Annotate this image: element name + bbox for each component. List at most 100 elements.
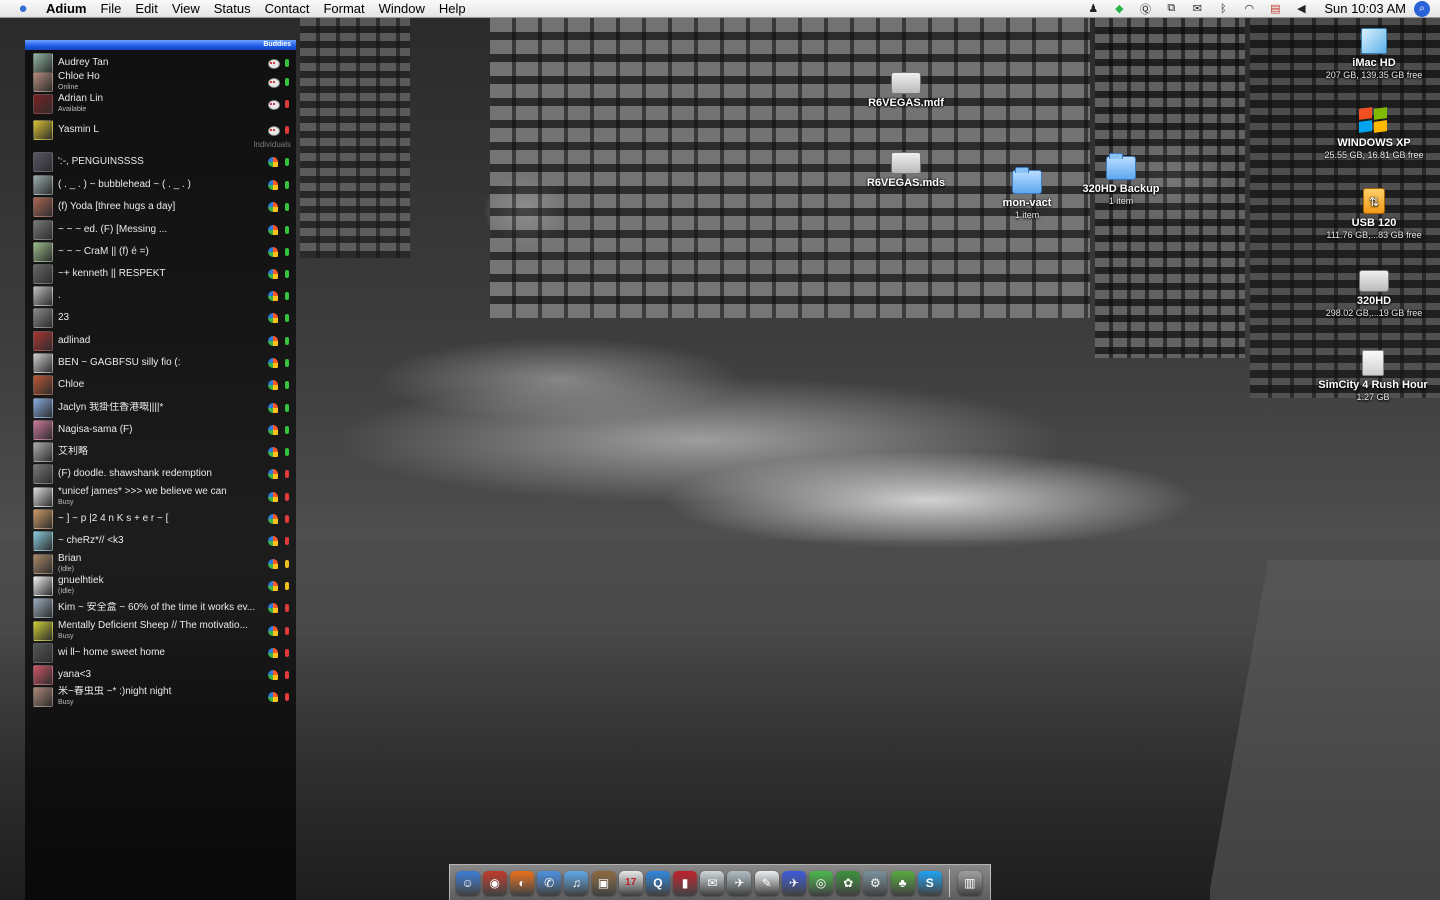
adium-status-icon[interactable]: ♟ bbox=[1085, 2, 1101, 16]
contact-row[interactable]: *unicef james* >>> we believe we can Busy bbox=[33, 486, 291, 507]
buddy-list-group-header[interactable]: Buddies bbox=[25, 40, 296, 50]
iphoto-icon[interactable]: ▣ bbox=[591, 870, 616, 895]
bluetooth-icon[interactable]: ᛒ bbox=[1215, 2, 1231, 16]
contact-info: yana<3 bbox=[58, 669, 258, 681]
firefox-icon[interactable]: ◐ bbox=[509, 870, 534, 895]
contact-row[interactable]: Nagisa-sama (F) bbox=[33, 420, 291, 440]
contact-row[interactable]: 23 bbox=[33, 308, 291, 328]
status-indicator-icon bbox=[285, 492, 289, 501]
itunes-icon[interactable]: ♫ bbox=[564, 870, 589, 895]
contact-row[interactable]: ~ cheRz*// <k3 bbox=[33, 531, 291, 551]
limewire-icon[interactable]: ◎ bbox=[809, 870, 834, 895]
spotlight-icon[interactable]: ⌕ bbox=[1414, 0, 1430, 17]
photobooth-icon[interactable]: ▮ bbox=[673, 870, 698, 895]
desktop-icon[interactable]: SimCity 4 Rush Hour 1.27 GB bbox=[1310, 350, 1436, 403]
contact-info: Adrian Lin Available bbox=[58, 93, 258, 114]
desktop-icon-info: 1.27 GB bbox=[1356, 392, 1390, 402]
volume-icon[interactable]: ◀ bbox=[1293, 2, 1309, 16]
contact-row[interactable]: Yasmin L bbox=[33, 120, 291, 140]
quicktime-icon[interactable]: Q bbox=[645, 870, 670, 895]
finder-icon[interactable]: ☺ bbox=[455, 870, 480, 895]
contact-row[interactable]: (f) Yoda [three hugs a day] bbox=[33, 197, 291, 217]
contact-row[interactable]: Audrey Tan bbox=[33, 53, 291, 73]
ichat-icon[interactable]: ✆ bbox=[537, 870, 562, 895]
menu-clock[interactable]: Sun 10:03 AM bbox=[1314, 1, 1414, 16]
xcode-icon[interactable]: ✈ bbox=[781, 870, 806, 895]
msn-messenger-icon[interactable]: ✿ bbox=[836, 870, 861, 895]
desktop-icon[interactable]: R6VEGAS.mds bbox=[860, 152, 952, 190]
desktop-icon[interactable]: iMac HD 207 GB, 139.35 GB free bbox=[1316, 28, 1432, 81]
contact-row[interactable]: Adrian Lin Available bbox=[33, 93, 291, 114]
contact-row[interactable]: Kim ~ 安全盒 ~ 60% of the time it works ev.… bbox=[33, 598, 291, 618]
contact-row[interactable]: . bbox=[33, 286, 291, 306]
flag-icon[interactable]: ▤ bbox=[1267, 2, 1283, 16]
quicksilver-icon[interactable]: Ⓠ bbox=[1137, 2, 1153, 16]
contact-row[interactable]: ~ ~ ~ CraM || (f) é =) bbox=[33, 242, 291, 262]
status-indicator-icon bbox=[285, 515, 289, 523]
contact-row[interactable]: yana<3 bbox=[33, 665, 291, 685]
preview-icon[interactable]: ✉ bbox=[700, 870, 725, 895]
contact-row[interactable]: adlinad bbox=[33, 331, 291, 351]
contact-row[interactable]: ~+ kenneth || RESPEKT bbox=[33, 264, 291, 284]
textedit-icon[interactable]: ✎ bbox=[754, 870, 779, 895]
spaces-icon[interactable]: ⧉ bbox=[1163, 2, 1179, 16]
contact-row[interactable]: Mentally Deficient Sheep // The motivati… bbox=[33, 620, 291, 641]
status-indicator-icon bbox=[285, 314, 289, 322]
msn-service-icon bbox=[267, 558, 279, 570]
contact-row[interactable]: Chloe bbox=[33, 375, 291, 395]
apple-menu-icon[interactable]: ● bbox=[0, 0, 46, 17]
app-menu[interactable]: Adium bbox=[46, 0, 93, 18]
contact-name: BEN ~ GAGBFSU silly fio (: bbox=[58, 357, 181, 368]
avatar bbox=[33, 486, 53, 507]
desktop-icon[interactable]: 320HD Backup 1 item bbox=[1076, 153, 1166, 207]
contact-row[interactable]: Jaclyn 我掛住香港嘅||||* bbox=[33, 398, 291, 418]
contact-row[interactable]: (F) doodle. shawshank redemption bbox=[33, 464, 291, 484]
contact-row[interactable]: Brian (Idle) bbox=[33, 553, 291, 574]
contact-info: ':-, PENGUINSSSS bbox=[58, 156, 258, 168]
wifi-icon[interactable]: ◠ bbox=[1241, 2, 1257, 16]
trash-icon[interactable]: ▥ bbox=[957, 870, 982, 895]
msn-service-icon bbox=[267, 625, 279, 637]
contact-name: wi ll~ home sweet home bbox=[58, 647, 165, 658]
contact-row[interactable]: ( . _ . ) ~ bubblehead ~ ( . _ . ) bbox=[33, 175, 291, 195]
contact-row[interactable]: 米~春虫虫 ~* :)night night Busy bbox=[33, 686, 291, 707]
mail-icon[interactable]: ✉ bbox=[1189, 2, 1205, 16]
contact-row[interactable]: ':-, PENGUINSSSS bbox=[33, 152, 291, 172]
contact-row[interactable]: Chloe Ho Online bbox=[33, 71, 291, 92]
ical-icon[interactable]: 17 bbox=[618, 870, 643, 895]
menu-edit[interactable]: Edit bbox=[128, 0, 164, 18]
menu-file[interactable]: File bbox=[93, 0, 128, 18]
contact-row[interactable]: 艾利略 bbox=[33, 442, 291, 462]
desktop-icon[interactable]: WINDOWS XP 25.55 GB, 16.81 GB free bbox=[1316, 107, 1432, 161]
contact-row[interactable]: wi ll~ home sweet home bbox=[33, 643, 291, 663]
desktop-icon[interactable]: mon-vact 1 item bbox=[994, 167, 1060, 221]
contact-row[interactable]: gnuelhtiek (Idle) bbox=[33, 575, 291, 596]
menu-view[interactable]: View bbox=[165, 0, 207, 18]
menu-help[interactable]: Help bbox=[432, 0, 473, 18]
contact-row[interactable]: ~ ] ~ p |2 4 n K s + e r ~ [ bbox=[33, 509, 291, 529]
adium-duck-icon[interactable]: ♣ bbox=[890, 870, 915, 895]
contact-name: yana<3 bbox=[58, 669, 92, 680]
menu-contact[interactable]: Contact bbox=[258, 0, 317, 18]
desktop-icon[interactable]: ⇅ USB 120 111.76 GB,...83 GB free bbox=[1316, 188, 1432, 241]
menu-status[interactable]: Status bbox=[207, 0, 258, 18]
contact-name: Nagisa-sama (F) bbox=[58, 424, 133, 435]
contact-row[interactable]: ~ ~ ~ ed. (F) [Messing ... bbox=[33, 220, 291, 240]
safari-icon[interactable]: ◉ bbox=[482, 870, 507, 895]
menu-window[interactable]: Window bbox=[372, 0, 432, 18]
desktop-icon[interactable]: R6VEGAS.mdf bbox=[860, 72, 952, 110]
desktop-icon[interactable]: 320HD 298.02 GB,...19 GB free bbox=[1316, 270, 1432, 319]
system-preferences-icon[interactable]: ⚙ bbox=[863, 870, 888, 895]
mail-stamp-icon[interactable]: ✈ bbox=[727, 870, 752, 895]
skype-icon[interactable]: S bbox=[917, 870, 942, 895]
msn-service-icon bbox=[267, 602, 279, 614]
status-indicator-icon bbox=[285, 270, 289, 278]
contact-name: ':-, PENGUINSSSS bbox=[58, 156, 144, 167]
contact-info: Chloe bbox=[58, 379, 258, 391]
contact-row[interactable]: BEN ~ GAGBFSU silly fio (: bbox=[33, 353, 291, 373]
menu-format[interactable]: Format bbox=[316, 0, 371, 18]
group-label-individuals[interactable]: Individuals bbox=[253, 140, 291, 149]
contact-name: 艾利略 bbox=[58, 446, 88, 457]
desktop-icon-label: R6VEGAS.mdf bbox=[868, 97, 944, 109]
growl-icon[interactable]: ◆ bbox=[1111, 2, 1127, 16]
